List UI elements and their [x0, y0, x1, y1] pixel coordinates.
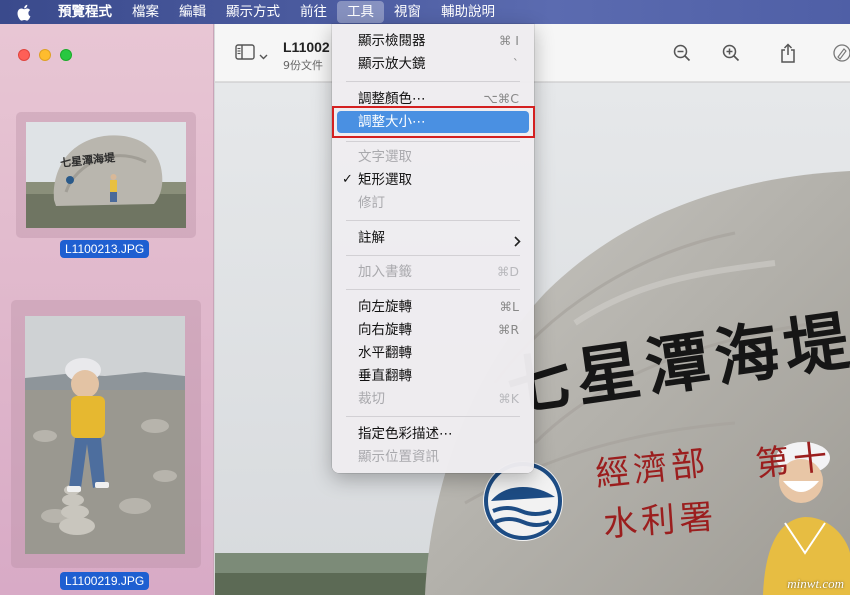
menu-window[interactable]: 視窗 — [384, 0, 431, 24]
thumbnail-2[interactable] — [11, 300, 201, 568]
zoom-out-icon[interactable] — [671, 42, 693, 64]
window-controls — [18, 49, 72, 61]
minimize-button[interactable] — [39, 49, 51, 61]
stone-agency-line1b: 第十 — [753, 437, 834, 485]
menu-assign-color-profile[interactable]: 指定色彩描述⋯ — [337, 423, 529, 445]
zoom-in-icon[interactable] — [720, 42, 742, 64]
menu-preview-app[interactable]: 預覽程式 — [48, 0, 122, 24]
stone-agency-line2: 水利署 — [601, 497, 719, 545]
close-button[interactable] — [18, 49, 30, 61]
menu-bar: 預覽程式 檔案 編輯 顯示方式 前往 工具 視窗 輔助說明 — [0, 0, 850, 24]
menu-view[interactable]: 顯示方式 — [216, 0, 290, 24]
thumbnail-1-label[interactable]: L1100213.JPG — [60, 240, 150, 258]
sidebar-icon — [235, 44, 255, 64]
menu-rotate-left[interactable]: 向左旋轉 ⌘L — [337, 296, 529, 318]
checkmark-icon: ✓ — [342, 172, 353, 187]
thumbnail-sidebar: L1100213.JPG 七星潭海堤 L1100219.JPG — [0, 24, 214, 595]
menu-rotate-right[interactable]: 向右旋轉 ⌘R — [337, 319, 529, 341]
menu-show-inspector[interactable]: 顯示檢閱器 ⌘ I — [337, 30, 529, 52]
menu-rectangular-selection[interactable]: ✓ 矩形選取 — [337, 169, 529, 191]
menu-flip-horizontal[interactable]: 水平翻轉 — [337, 342, 529, 364]
menu-tools[interactable]: 工具 — [337, 1, 384, 23]
menu-separator — [346, 220, 520, 221]
menu-separator — [346, 289, 520, 290]
menu-flip-vertical[interactable]: 垂直翻轉 — [337, 365, 529, 387]
menu-separator — [346, 81, 520, 82]
menu-go[interactable]: 前往 — [290, 0, 337, 24]
menu-crop[interactable]: 裁切 ⌘K — [337, 388, 529, 410]
menu-show-location-info[interactable]: 顯示位置資訊 — [337, 446, 529, 468]
chevron-right-icon — [514, 232, 521, 254]
thumbnail-2-image — [25, 316, 185, 554]
menu-help[interactable]: 輔助說明 — [431, 0, 505, 24]
menu-text-selection[interactable]: 文字選取 — [337, 146, 529, 168]
menu-add-bookmark[interactable]: 加入書籤 ⌘D — [337, 261, 529, 283]
document-subtitle: 9份文件 — [283, 59, 323, 72]
apple-icon[interactable] — [14, 2, 32, 22]
thumbnail-2-label[interactable]: L1100219.JPG — [60, 572, 150, 590]
menu-annotate[interactable]: 註解 — [337, 227, 529, 249]
menu-show-magnifier[interactable]: 顯示放大鏡 ` — [337, 53, 529, 75]
menu-separator — [346, 255, 520, 256]
annotation-highlight-frame — [332, 106, 535, 138]
watermark: minwt.com — [787, 576, 844, 591]
share-icon[interactable] — [777, 42, 799, 64]
menu-edit[interactable]: 編輯 — [169, 0, 216, 24]
thumbnail-1[interactable] — [16, 112, 196, 238]
zoom-button[interactable] — [60, 49, 72, 61]
menu-file[interactable]: 檔案 — [122, 0, 169, 24]
tools-menu-dropdown: 顯示檢閱器 ⌘ I 顯示放大鏡 ` 調整顏色⋯ ⌥⌘C 調整大小⋯ 文字選取 ✓ 矩形… — [332, 24, 534, 473]
chevron-down-icon — [259, 45, 268, 64]
sidebar-toggle-button[interactable] — [235, 44, 268, 64]
document-title: L11002 — [283, 39, 330, 55]
thumbnail-1-image — [26, 122, 186, 228]
menu-separator — [346, 141, 520, 142]
menu-separator — [346, 416, 520, 417]
markup-icon[interactable] — [831, 42, 850, 64]
menu-redact[interactable]: 修訂 — [337, 192, 529, 214]
